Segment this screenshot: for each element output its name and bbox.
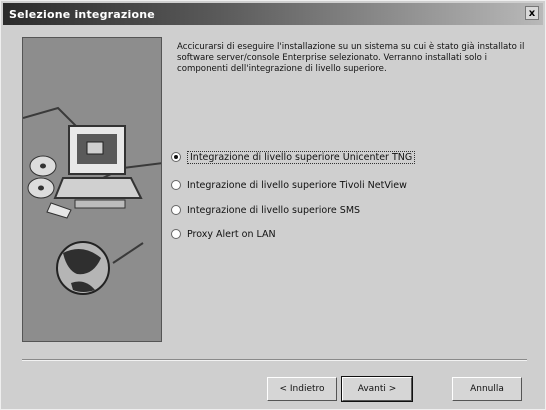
option-proxy-alert[interactable]: Proxy Alert on LAN (171, 226, 276, 242)
radio-icon[interactable] (171, 205, 181, 215)
next-button[interactable]: Avanti > (341, 376, 413, 402)
intro-text: Accicurarsi di eseguire l'installazione … (177, 42, 525, 74)
radio-checked-icon[interactable] (171, 152, 181, 162)
option-label: Integrazione di livello superiore Unicen… (187, 150, 416, 164)
globe-icon (56, 241, 110, 295)
option-label: Proxy Alert on LAN (187, 228, 276, 240)
window-title: Selezione integrazione (9, 7, 155, 21)
cancel-button[interactable]: Annulla (452, 377, 522, 401)
title-bar: Selezione integrazione x (3, 3, 543, 25)
option-label: Integrazione di livello superiore SMS (187, 204, 361, 216)
option-tivoli-netview[interactable]: Integrazione di livello superiore Tivoli… (171, 177, 407, 193)
separator (22, 359, 527, 361)
option-label: Integrazione di livello superiore Tivoli… (187, 179, 407, 191)
radio-icon[interactable] (171, 180, 181, 190)
wizard-illustration (22, 37, 162, 342)
close-button[interactable]: x (525, 6, 539, 20)
option-unicenter-tng[interactable]: Integrazione di livello superiore Unicen… (171, 149, 416, 165)
installer-dialog: Selezione integrazione x Accicurarsi di … (0, 0, 546, 410)
illustration-svg (23, 106, 161, 295)
back-button[interactable]: < Indietro (267, 377, 337, 401)
radio-icon[interactable] (171, 229, 181, 239)
option-sms[interactable]: Integrazione di livello superiore SMS (171, 202, 360, 218)
